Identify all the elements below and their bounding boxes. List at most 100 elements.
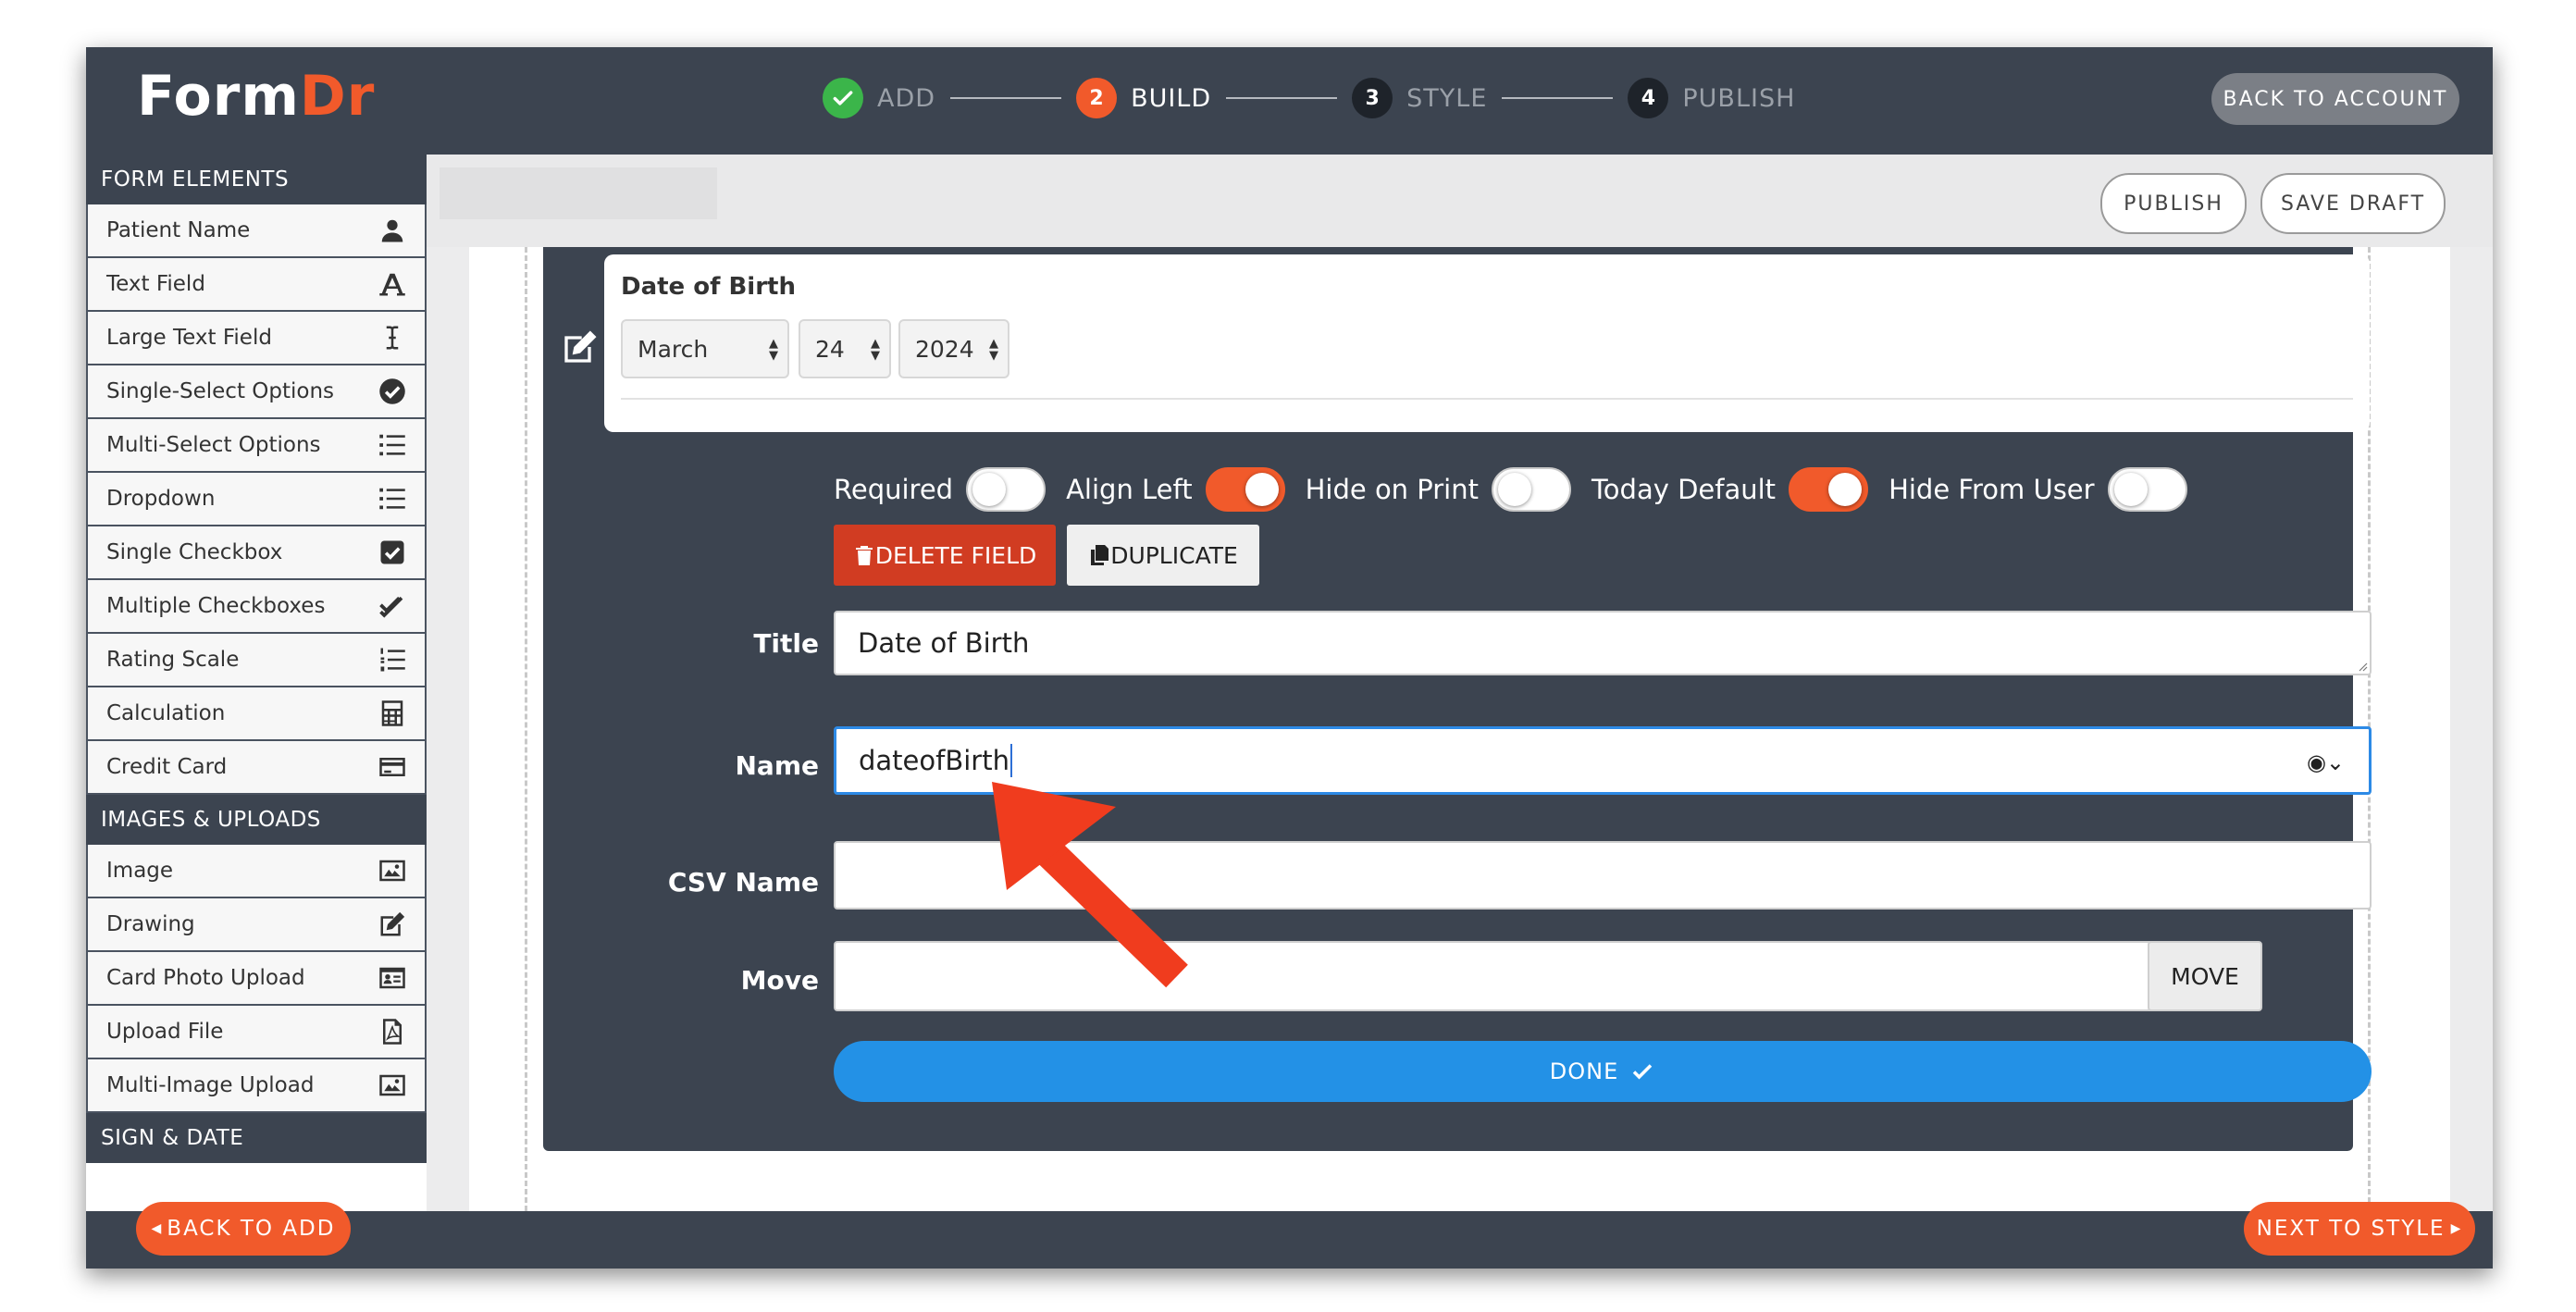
month-select-value: March xyxy=(638,335,709,363)
logo-text-dr: Dr xyxy=(299,64,376,129)
sidebar-item-multi-select-options[interactable]: Multi-Select Options xyxy=(86,419,427,473)
done-button[interactable]: DONE xyxy=(834,1041,2372,1102)
trash-icon xyxy=(855,546,873,565)
step-build-label: BUILD xyxy=(1131,83,1212,113)
sidebar-item-calculation[interactable]: Calculation xyxy=(86,687,427,741)
select-arrows-icon: ▲ ▼ xyxy=(871,337,880,363)
sidebar-item-multiple-checkboxes[interactable]: Multiple Checkboxes xyxy=(86,580,427,634)
day-select-value: 24 xyxy=(815,335,845,363)
toggle-label: Hide From User xyxy=(1889,474,2095,505)
title-textarea[interactable]: Date of Birth xyxy=(834,611,2372,675)
year-select[interactable]: 2024 ▲ ▼ xyxy=(898,319,1009,378)
sidebar-item-image[interactable]: Image xyxy=(86,845,427,898)
publish-button[interactable]: PUBLISH xyxy=(2100,173,2247,234)
sidebar-item-credit-card[interactable]: Credit Card xyxy=(86,741,427,795)
sidebar-item-multi-image-upload[interactable]: Multi-Image Upload xyxy=(86,1059,427,1113)
step-connector xyxy=(1226,97,1338,99)
sidebar-item-dropdown[interactable]: Dropdown xyxy=(86,473,427,526)
hide-on-print-switch[interactable] xyxy=(1492,467,1571,512)
app-window: FormDr ADD 2 BUILD 3 STYLE 4 PUBLISH BAC… xyxy=(86,47,2493,1269)
step-number-badge: 2 xyxy=(1076,78,1118,118)
csv-name-input[interactable] xyxy=(834,841,2372,910)
canvas-gutter-right xyxy=(2450,247,2493,1211)
name-input[interactable]: dateofBirth ◉⌄ xyxy=(834,726,2372,795)
sidebar-item-text-field[interactable]: Text Field xyxy=(86,258,427,312)
move-button[interactable]: MOVE xyxy=(2148,941,2262,1011)
sidebar-item-single-checkbox[interactable]: Single Checkbox xyxy=(86,526,427,580)
move-select[interactable] xyxy=(834,941,2253,1011)
caret-left-icon: ◀ xyxy=(151,1221,164,1236)
sidebar-item-label: Dropdown xyxy=(106,487,216,511)
numbered-list-icon xyxy=(380,648,405,672)
sidebar-item-card-photo-upload[interactable]: Card Photo Upload xyxy=(86,952,427,1006)
month-select[interactable]: March ▲ ▼ xyxy=(621,319,789,378)
delete-field-label: DELETE FIELD xyxy=(874,541,1037,569)
step-build[interactable]: 2 BUILD xyxy=(1076,78,1211,118)
switch-knob xyxy=(1245,473,1279,506)
step-number-badge: 4 xyxy=(1628,78,1669,118)
next-to-style-button[interactable]: NEXT TO STYLE ▶ xyxy=(2244,1202,2475,1256)
form-title-placeholder xyxy=(440,167,717,219)
copy-icon xyxy=(1091,545,1109,565)
back-to-add-button[interactable]: ◀ BACK TO ADD xyxy=(136,1202,351,1256)
preview-divider xyxy=(621,398,2353,400)
align-left-switch[interactable] xyxy=(1205,467,1285,512)
save-draft-button[interactable]: SAVE DRAFT xyxy=(2260,173,2446,234)
drop-zone-border-left xyxy=(525,247,527,1211)
toggle-today-default: Today Default xyxy=(1591,467,1869,512)
back-to-account-button[interactable]: BACK TO ACCOUNT xyxy=(2211,73,2459,125)
sidebar-item-single-select-options[interactable]: Single-Select Options xyxy=(86,365,427,419)
edit-icon[interactable] xyxy=(562,328,599,365)
text-cursor-icon xyxy=(386,326,399,350)
list-icon xyxy=(379,488,405,510)
step-add-label: ADD xyxy=(877,83,936,113)
formdr-logo[interactable]: FormDr xyxy=(137,64,375,129)
step-style[interactable]: 3 STYLE xyxy=(1352,78,1487,118)
duplicate-label: DUPLICATE xyxy=(1110,541,1238,569)
top-header: FormDr ADD 2 BUILD 3 STYLE 4 PUBLISH BAC… xyxy=(86,47,2493,155)
sidebar-item-rating-scale[interactable]: Rating Scale xyxy=(86,634,427,687)
sidebar-item-label: Single Checkbox xyxy=(106,540,283,564)
checkbox-icon xyxy=(380,540,404,564)
id-card-icon xyxy=(379,967,405,989)
title-label: Title xyxy=(753,628,819,659)
field-preview: Date of Birth March ▲ ▼ 24 ▲ ▼ 2024 ▲ ▼ xyxy=(604,254,2370,432)
field-options-toggles: Required Align Left Hide on Print Today … xyxy=(834,467,2208,512)
step-publish[interactable]: 4 PUBLISH xyxy=(1628,78,1795,118)
image-icon xyxy=(379,1074,405,1096)
sidebar-item-label: Multi-Select Options xyxy=(106,433,321,457)
sidebar-item-upload-file[interactable]: Upload File xyxy=(86,1006,427,1059)
sidebar-item-label: Text Field xyxy=(106,272,205,296)
toggle-hide-on-print: Hide on Print xyxy=(1306,467,1571,512)
name-label: Name xyxy=(735,750,820,781)
section-sign-date[interactable]: SIGN & DATE xyxy=(86,1113,427,1163)
bottom-bar: ◀ BACK TO ADD NEXT TO STYLE ▶ xyxy=(86,1202,2493,1269)
contact-autofill-icon[interactable]: ◉⌄ xyxy=(2307,749,2345,775)
required-switch[interactable] xyxy=(966,467,1046,512)
pencil-square-icon xyxy=(380,911,405,936)
step-add[interactable]: ADD xyxy=(823,78,935,118)
select-arrows-icon: ▲ ▼ xyxy=(769,337,778,363)
checkmark-icon xyxy=(1633,1064,1653,1080)
sidebar-item-label: Credit Card xyxy=(106,755,228,779)
preview-field-title: Date of Birth xyxy=(621,273,796,301)
today-default-switch[interactable] xyxy=(1789,467,1869,512)
step-style-label: STYLE xyxy=(1406,83,1488,113)
sidebar-item-patient-name[interactable]: Patient Name xyxy=(86,204,427,258)
text-caret xyxy=(1009,744,1012,777)
progress-steps: ADD 2 BUILD 3 STYLE 4 PUBLISH xyxy=(823,77,1795,119)
sidebar-item-label: Multi-Image Upload xyxy=(106,1073,315,1097)
sidebar-item-drawing[interactable]: Drawing xyxy=(86,898,427,952)
calculator-icon xyxy=(381,700,403,726)
move-label: Move xyxy=(740,965,819,996)
sidebar-item-label: Rating Scale xyxy=(106,648,240,672)
resize-grip-icon xyxy=(2359,662,2368,672)
duplicate-button[interactable]: DUPLICATE xyxy=(1067,525,1259,586)
toggle-label: Hide on Print xyxy=(1305,474,1479,505)
sidebar-item-large-text-field[interactable]: Large Text Field xyxy=(86,312,427,365)
hide-from-user-switch[interactable] xyxy=(2107,467,2187,512)
canvas-gutter-left xyxy=(427,247,469,1211)
day-select[interactable]: 24 ▲ ▼ xyxy=(799,319,891,378)
step-publish-label: PUBLISH xyxy=(1682,83,1796,113)
delete-field-button[interactable]: DELETE FIELD xyxy=(834,525,1056,586)
